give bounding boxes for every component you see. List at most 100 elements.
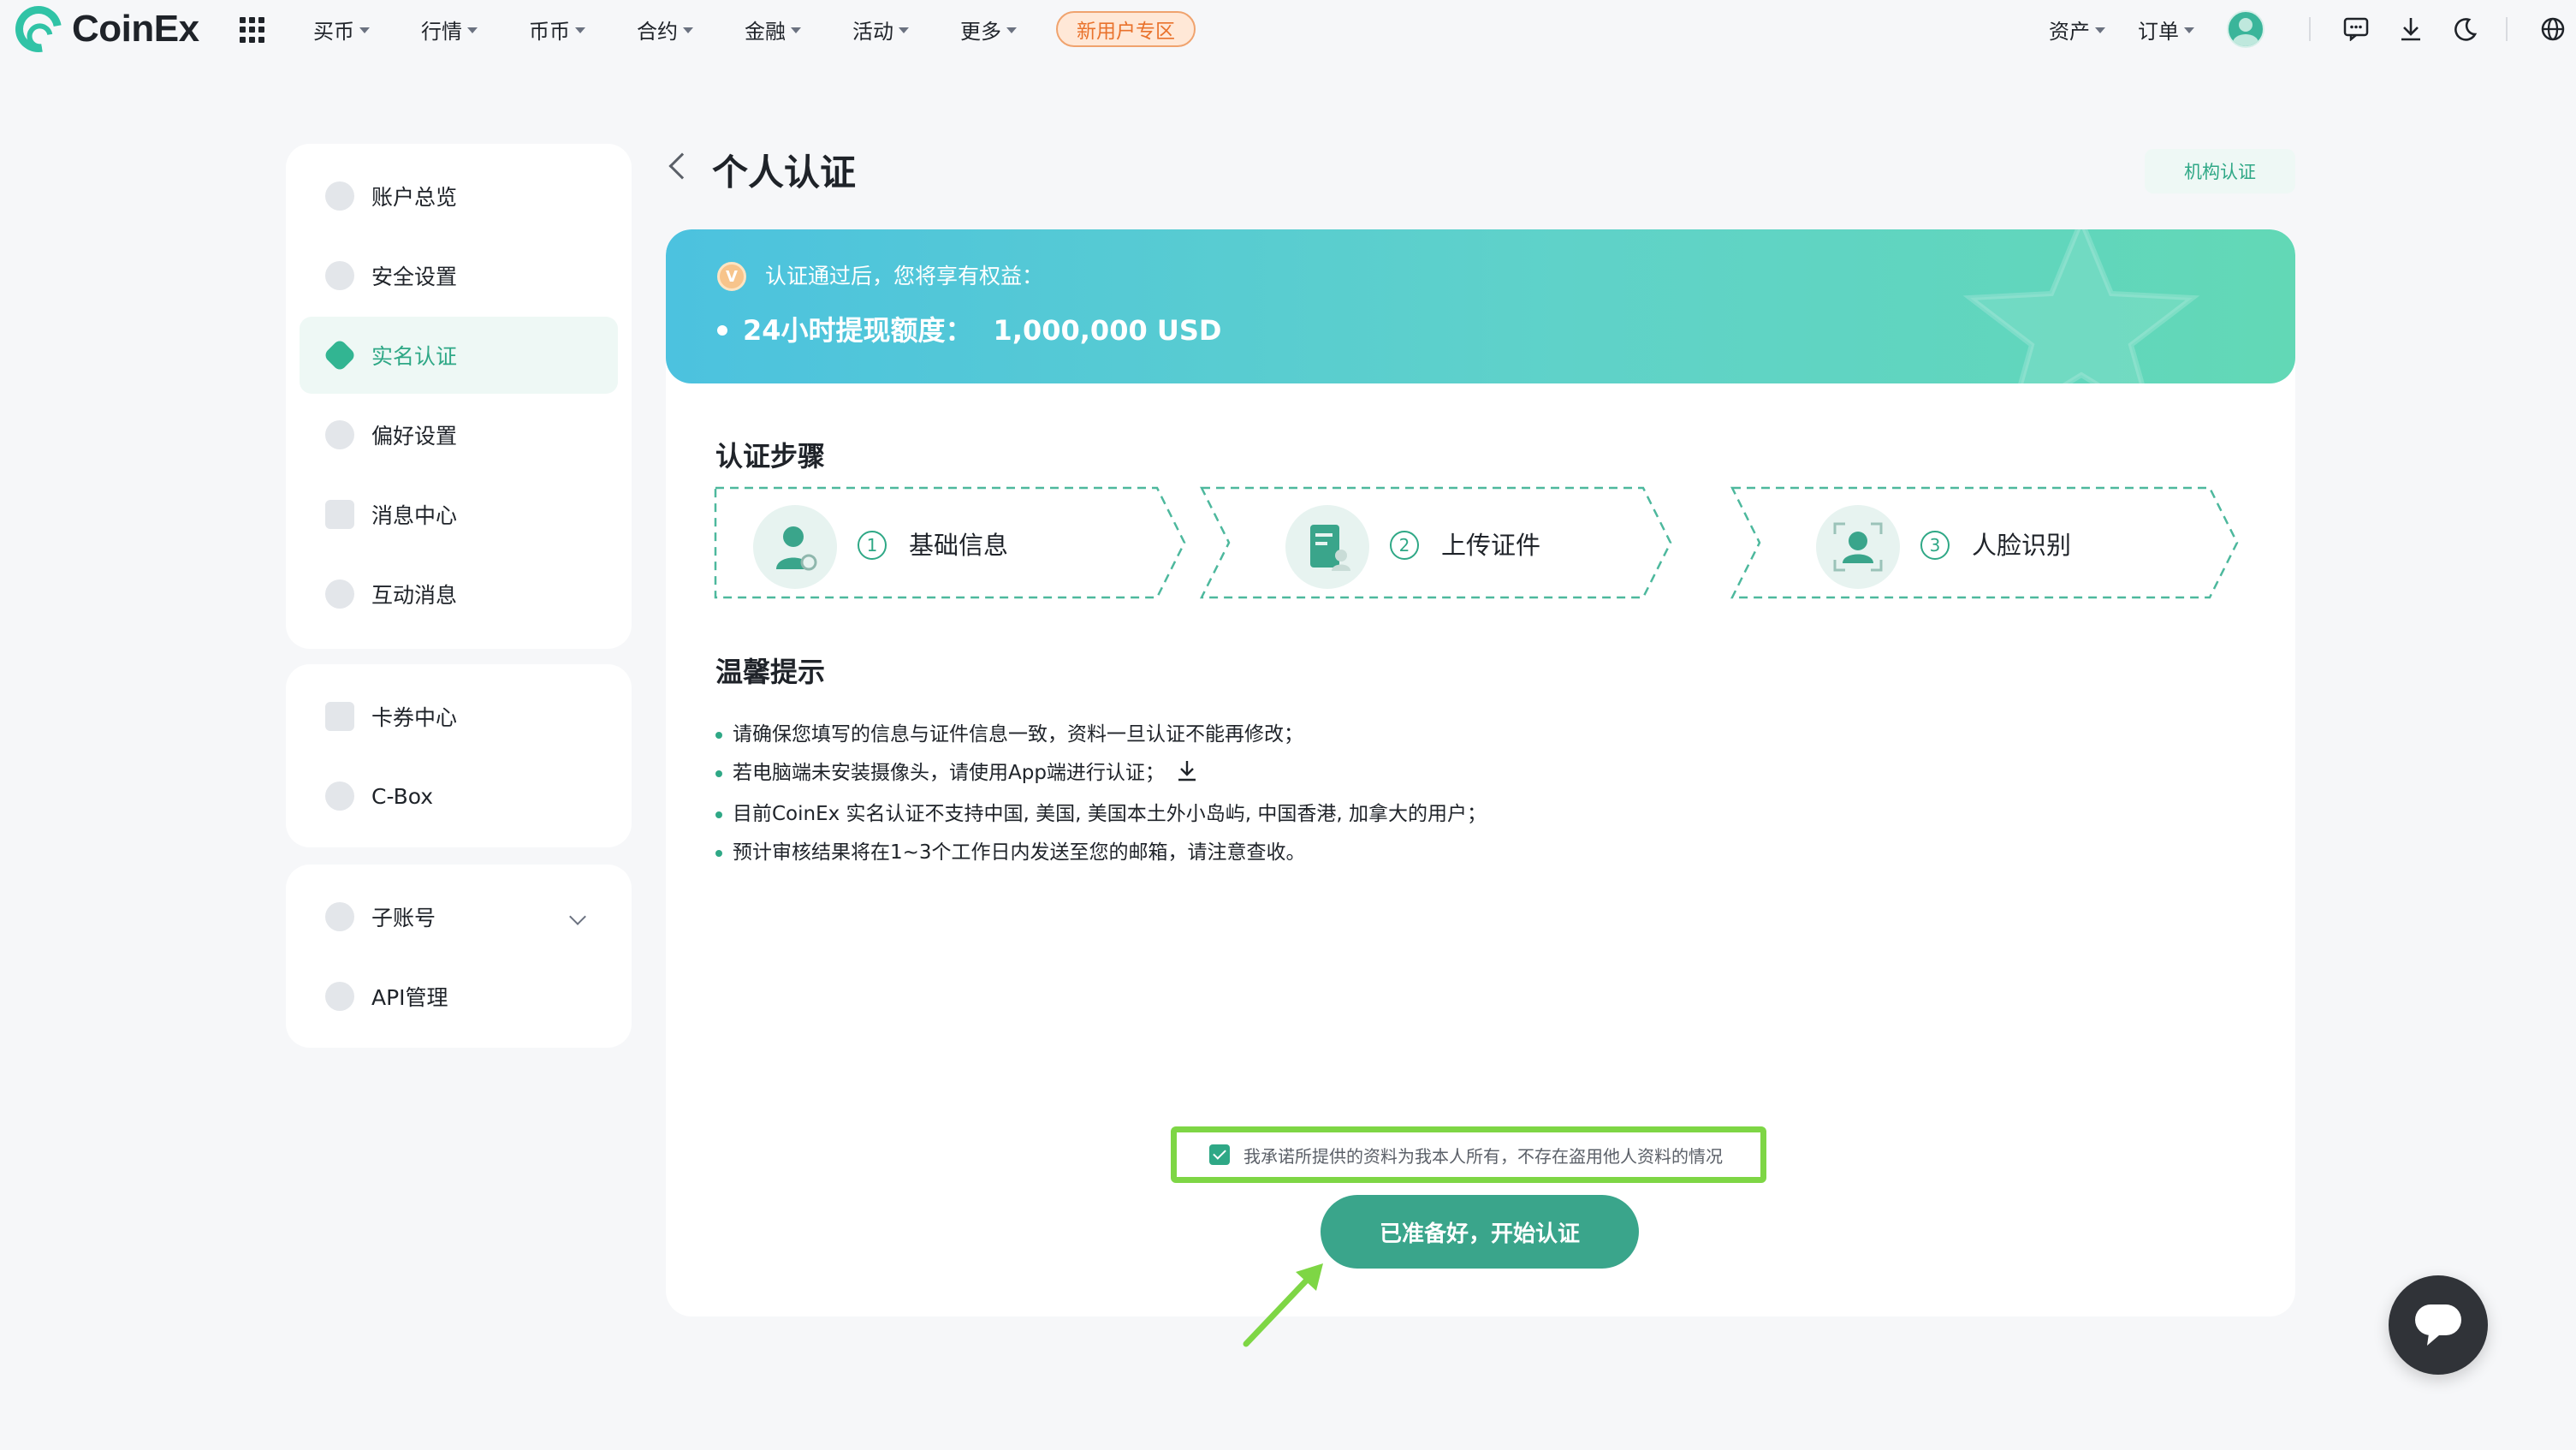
sidebar-item-interactive-messages[interactable]: 互动消息 xyxy=(300,556,618,633)
step-label: 人脸识别 xyxy=(1972,531,2072,560)
caret-down-icon xyxy=(1006,27,1017,33)
nav-orders[interactable]: 订单 xyxy=(2138,15,2194,45)
annotation-arrow-icon xyxy=(1243,1263,1323,1347)
tips-section-title: 温馨提示 xyxy=(715,656,826,688)
caret-down-icon xyxy=(575,27,585,33)
nav-finance[interactable]: 金融 xyxy=(745,15,801,45)
id-document-icon xyxy=(1285,505,1369,589)
brand-name: CoinEx xyxy=(72,8,199,50)
coupon-icon xyxy=(325,702,354,731)
sidebar-item-identity-verification[interactable]: 实名认证 xyxy=(300,317,618,394)
sidebar-item-label: API管理 xyxy=(371,985,448,1010)
sidebar-item-c-box[interactable]: C-Box xyxy=(300,758,618,835)
caret-down-icon xyxy=(683,27,693,33)
commitment-checkbox-row[interactable]: 我承诺所提供的资料为我本人所有，不存在盗用他人资料的情况 xyxy=(1171,1126,1766,1183)
coinex-logo[interactable]: CoinEx xyxy=(6,0,199,62)
caret-down-icon xyxy=(899,27,909,33)
globe-icon[interactable] xyxy=(2538,15,2567,44)
user-avatar[interactable] xyxy=(2227,10,2264,48)
sidebar-advanced-group: 子账号 API管理 xyxy=(286,865,632,1048)
tip-item: 目前CoinEx 实名认证不支持中国, 美国, 美国本土外小岛屿, 中国香港, … xyxy=(715,795,1487,834)
step-face-recognition: 3 人脸识别 xyxy=(1730,486,2239,599)
shield-icon xyxy=(325,261,354,290)
nav-label: 币币 xyxy=(529,19,570,44)
benefits-banner: V 认证通过后，您将享有权益： 24小时提现额度： 1,000,000 USD xyxy=(666,229,2295,383)
sidebar-item-preferences[interactable]: 偏好设置 xyxy=(300,396,618,473)
sidebar-item-label: 卡券中心 xyxy=(371,705,458,730)
nav-label: 买币 xyxy=(313,19,354,44)
chat-bubbles-icon xyxy=(325,579,354,609)
sub-account-icon xyxy=(325,902,354,931)
step-label: 上传证件 xyxy=(1441,531,1541,560)
sidebar-item-security[interactable]: 安全设置 xyxy=(300,237,618,314)
divider xyxy=(2309,17,2311,41)
sidebar-item-api-management[interactable]: API管理 xyxy=(300,958,618,1035)
start-verification-button[interactable]: 已准备好，开始认证 xyxy=(1321,1195,1639,1269)
tip-item: 请确保您填写的信息与证件信息一致，资料一旦认证不能再修改； xyxy=(715,716,1487,754)
new-user-zone-button[interactable]: 新用户专区 xyxy=(1056,11,1196,47)
moon-icon[interactable] xyxy=(2451,15,2480,44)
step-number: 2 xyxy=(1390,531,1419,560)
commitment-checkbox[interactable] xyxy=(1209,1144,1230,1165)
nav-label: 行情 xyxy=(421,19,462,44)
tip-text: 若电脑端未安装摄像头，请使用App端进行认证； xyxy=(733,762,1165,784)
caret-down-icon xyxy=(791,27,801,33)
sidebar-item-label: 消息中心 xyxy=(371,503,458,528)
nav-more[interactable]: 更多 xyxy=(960,15,1017,45)
nav-spot[interactable]: 币币 xyxy=(529,15,585,45)
api-icon xyxy=(325,982,354,1011)
vip-badge-icon: V xyxy=(717,262,746,291)
settings-icon xyxy=(325,420,354,449)
nav-activities[interactable]: 活动 xyxy=(852,15,909,45)
back-arrow-icon[interactable] xyxy=(668,152,696,180)
sidebar-item-label: 子账号 xyxy=(371,906,436,930)
nav-markets[interactable]: 行情 xyxy=(421,15,478,45)
withdrawal-limit-label: 24小时提现额度： xyxy=(743,314,973,347)
withdrawal-limit-value: 1,000,000 USD xyxy=(993,314,1222,347)
sidebar-rewards-group: 卡券中心 C-Box xyxy=(286,664,632,847)
download-icon[interactable] xyxy=(2396,15,2425,44)
user-profile-icon xyxy=(753,505,837,589)
caret-down-icon xyxy=(2095,27,2105,33)
main-nav: 买币 行情 币币 合约 金融 活动 更多 xyxy=(313,0,1068,58)
tip-item: 若电脑端未安装摄像头，请使用App端进行认证； xyxy=(715,754,1487,795)
nav-label: 更多 xyxy=(960,19,1001,44)
tip-item: 预计审核结果将在1~3个工作日内发送至您的邮箱，请注意查收。 xyxy=(715,834,1487,872)
nav-buy-crypto[interactable]: 买币 xyxy=(313,15,370,45)
nav-futures[interactable]: 合约 xyxy=(637,15,693,45)
steps-section-title: 认证步骤 xyxy=(715,440,826,472)
caret-down-icon xyxy=(359,27,370,33)
sidebar-item-label: 偏好设置 xyxy=(371,424,458,449)
sidebar-item-sub-accounts[interactable]: 子账号 xyxy=(300,878,618,955)
right-nav: 资产 订单 xyxy=(2049,0,2576,58)
message-icon[interactable] xyxy=(2342,15,2371,44)
commitment-text: 我承诺所提供的资料为我本人所有，不存在盗用他人资料的情况 xyxy=(1243,1145,1723,1167)
sidebar-item-account-overview[interactable]: 账户总览 xyxy=(300,157,618,235)
sidebar-item-message-center[interactable]: 消息中心 xyxy=(300,476,618,553)
sidebar-item-label: 安全设置 xyxy=(371,264,458,289)
diamond-icon xyxy=(323,338,357,372)
bullet-icon xyxy=(717,325,727,336)
sidebar-account-group: 账户总览 安全设置 实名认证 偏好设置 消息中心 互动消息 xyxy=(286,144,632,649)
nav-label: 活动 xyxy=(852,19,893,44)
step-number: 3 xyxy=(1920,531,1950,560)
star-decoration-icon xyxy=(1962,229,2200,383)
sidebar-item-coupon-center[interactable]: 卡券中心 xyxy=(300,678,618,755)
banner-subtitle: 认证通过后，您将享有权益： xyxy=(765,264,1044,288)
nav-assets[interactable]: 资产 xyxy=(2049,15,2105,45)
institution-verification-button[interactable]: 机构认证 xyxy=(2145,149,2295,193)
inbox-icon xyxy=(325,500,354,529)
support-chat-button[interactable] xyxy=(2389,1275,2488,1375)
chat-bubble-icon xyxy=(2415,1304,2461,1346)
chevron-down-icon xyxy=(569,908,586,925)
caret-down-icon xyxy=(2184,27,2194,33)
sidebar-item-label: 账户总览 xyxy=(371,185,458,210)
download-app-icon[interactable] xyxy=(1177,757,1197,795)
pie-chart-icon xyxy=(325,181,354,211)
caret-down-icon xyxy=(467,27,478,33)
apps-grid-icon[interactable] xyxy=(240,17,265,43)
nav-label: 合约 xyxy=(637,19,678,44)
step-basic-info: 1 基础信息 xyxy=(714,486,1193,599)
face-scan-icon xyxy=(1816,505,1900,589)
step-frame xyxy=(1200,486,1672,599)
